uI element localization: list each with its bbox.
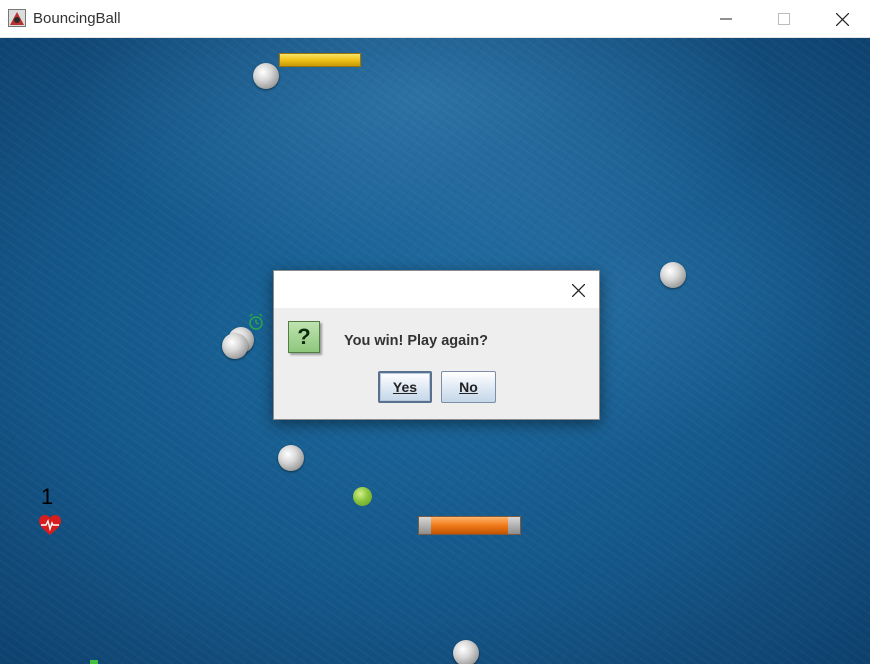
clock-icon bbox=[249, 313, 263, 330]
window-titlebar: BouncingBall bbox=[0, 0, 870, 38]
dialog-close-button[interactable] bbox=[563, 275, 593, 305]
paddle-right-cap bbox=[508, 517, 520, 534]
dialog-titlebar bbox=[274, 271, 599, 308]
java-app-icon bbox=[8, 9, 26, 27]
maximize-button[interactable] bbox=[755, 0, 813, 38]
yes-button[interactable]: Yes bbox=[378, 371, 432, 403]
paddle-left-cap bbox=[419, 517, 431, 534]
minimize-icon bbox=[720, 18, 732, 20]
gold-brick bbox=[279, 53, 361, 67]
player-paddle[interactable] bbox=[418, 516, 521, 535]
obstacle-ball bbox=[278, 445, 304, 471]
close-icon bbox=[835, 12, 849, 26]
lives-count: 1 bbox=[41, 484, 54, 509]
game-ball bbox=[353, 487, 372, 506]
obstacle-ball bbox=[660, 262, 686, 288]
obstacle-ball bbox=[253, 63, 279, 89]
minimize-button[interactable] bbox=[697, 0, 755, 38]
dialog-message: You win! Play again? bbox=[344, 333, 488, 349]
no-button[interactable]: No bbox=[441, 371, 496, 403]
status-marker bbox=[90, 660, 98, 664]
window-title: BouncingBall bbox=[33, 10, 121, 27]
obstacle-ball bbox=[222, 333, 248, 359]
heart-icon bbox=[39, 515, 61, 535]
window-close-button[interactable] bbox=[813, 0, 870, 38]
obstacle-ball bbox=[453, 640, 479, 664]
play-again-dialog: ? You win! Play again? Yes No bbox=[273, 270, 600, 420]
maximize-icon bbox=[778, 13, 790, 25]
close-icon bbox=[571, 283, 585, 297]
question-icon: ? bbox=[288, 321, 320, 353]
